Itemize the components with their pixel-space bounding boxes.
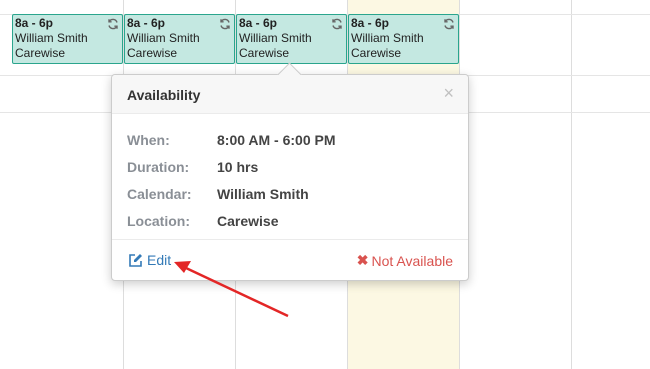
popover-header: Availability ×	[112, 75, 468, 114]
calendar-event[interactable]: 8a - 6p William Smith Carewise	[12, 14, 123, 64]
times-icon: ✖	[356, 252, 369, 268]
calendar-label: Calendar:	[127, 186, 192, 202]
event-location: Carewise	[127, 46, 178, 60]
event-location: Carewise	[15, 46, 66, 60]
recurring-icon	[332, 18, 342, 30]
event-time: 8a - 6p	[15, 16, 54, 30]
when-label: When:	[127, 132, 170, 148]
calendar-event[interactable]: 8a - 6p William Smith Carewise	[124, 14, 235, 64]
popover-divider	[112, 239, 468, 240]
event-name: William Smith	[127, 31, 200, 45]
calendar-event[interactable]: 8a - 6p William Smith Carewise	[236, 14, 347, 64]
availability-popover: Availability × When: 8:00 AM - 6:00 PM D…	[111, 62, 469, 281]
event-time: 8a - 6p	[127, 16, 166, 30]
event-location: Carewise	[239, 46, 290, 60]
edit-button[interactable]: Edit	[128, 252, 171, 268]
when-value: 8:00 AM - 6:00 PM	[217, 132, 336, 148]
duration-label: Duration:	[127, 159, 190, 175]
event-time: 8a - 6p	[351, 16, 390, 30]
event-name: William Smith	[15, 31, 88, 45]
recurring-icon	[220, 18, 230, 30]
event-location: Carewise	[351, 46, 402, 60]
calendar-event[interactable]: 8a - 6p William Smith Carewise	[348, 14, 459, 64]
event-name: William Smith	[239, 31, 312, 45]
close-icon[interactable]: ×	[443, 84, 454, 102]
calendar-value: William Smith	[217, 186, 309, 202]
recurring-icon	[108, 18, 118, 30]
event-time: 8a - 6p	[239, 16, 278, 30]
edit-label: Edit	[147, 252, 172, 268]
event-name: William Smith	[351, 31, 424, 45]
day-column[interactable]	[572, 0, 650, 369]
not-available-button[interactable]: ✖ Not Available	[357, 252, 453, 269]
day-column[interactable]	[460, 0, 572, 369]
recurring-icon	[444, 18, 454, 30]
duration-value: 10 hrs	[217, 159, 259, 175]
not-available-label: Not Available	[371, 252, 453, 269]
popover-title: Availability	[127, 87, 201, 103]
location-value: Carewise	[217, 213, 279, 229]
edit-icon	[129, 254, 142, 267]
location-label: Location:	[127, 213, 190, 229]
